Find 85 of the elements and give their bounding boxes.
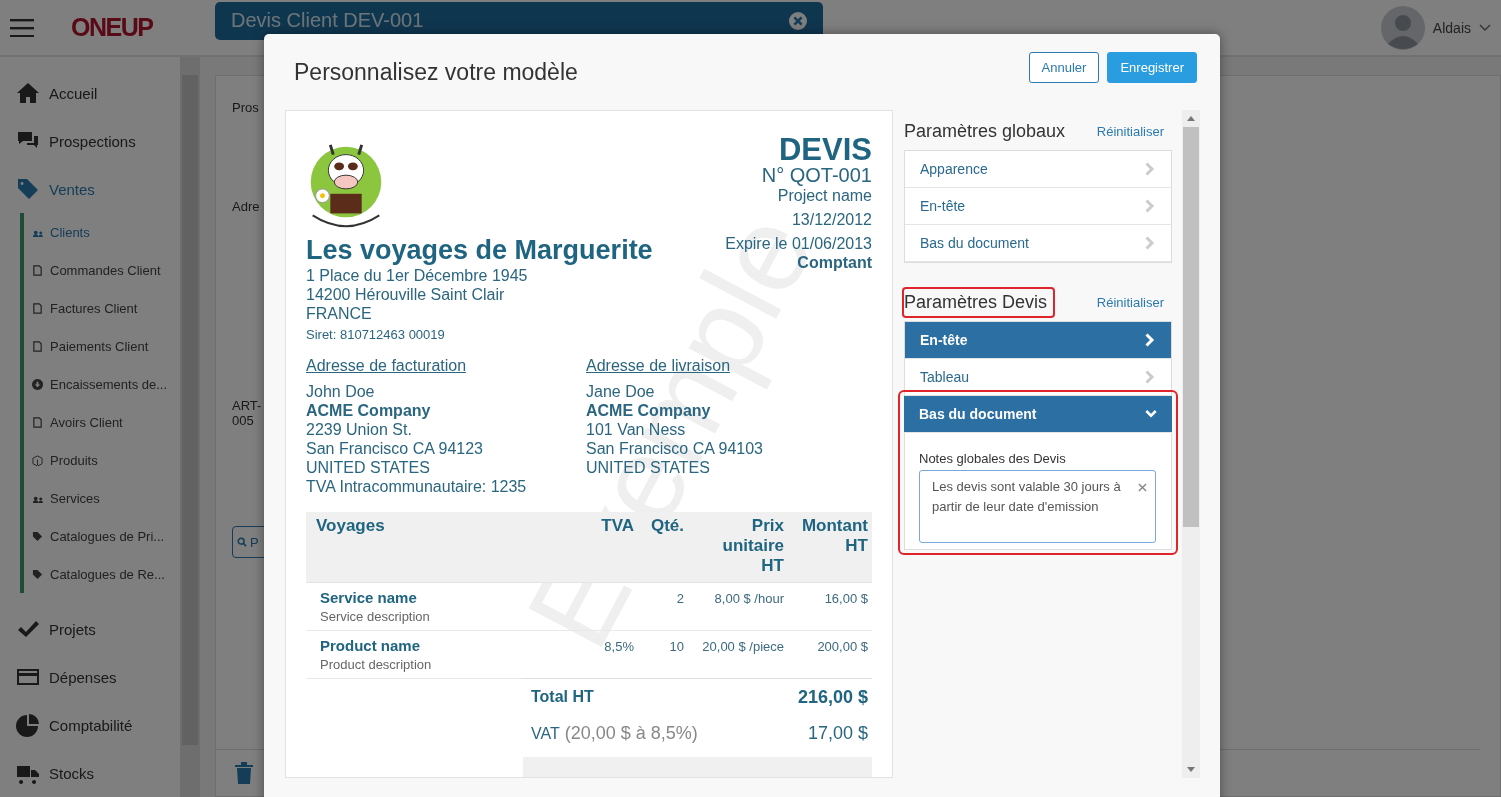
document-tab[interactable]: Devis Client DEV-001 <box>215 1 823 40</box>
sidebar-subitem[interactable]: Services <box>24 479 180 517</box>
sidebar-item[interactable]: Prospections <box>0 117 180 165</box>
user-name[interactable]: Aldais <box>1432 19 1471 36</box>
sidebar-item[interactable]: Ventes <box>0 165 180 213</box>
tag-icon <box>32 568 43 580</box>
scrollbar[interactable] <box>1182 110 1200 778</box>
chevron-right-icon <box>1144 199 1156 213</box>
avatar-silhouette[interactable] <box>1380 5 1425 50</box>
reset-link[interactable]: Réinitialiser <box>1096 123 1164 139</box>
total-value: 216,00 $ <box>797 686 868 708</box>
document-number: N° QOT-001 <box>760 165 872 186</box>
pie-chart-icon <box>16 713 40 737</box>
address-line: FRANCE <box>306 304 373 323</box>
settings-item[interactable]: En-tête <box>905 322 1171 359</box>
item-description: Product description <box>320 657 433 672</box>
cancel-button[interactable]: Annuler <box>1028 51 1100 83</box>
siret-number: Siret: 810712463 00019 <box>306 327 446 342</box>
sidebar-subitem[interactable]: Clients <box>24 213 180 251</box>
menu-icon[interactable] <box>10 18 34 37</box>
address-line: TVA Intracommunautaire: 1235 <box>306 477 528 496</box>
dialog-title: Personnalisez votre modèle <box>294 58 578 86</box>
section-title: Paramètres globaux <box>903 119 1067 143</box>
sidebar-subitem[interactable]: Produits <box>24 441 180 479</box>
document-icon <box>32 302 43 314</box>
scroll-up-icon[interactable] <box>1187 116 1195 121</box>
chevron-right-icon <box>1144 162 1156 176</box>
document-type: DEVIS <box>777 135 872 165</box>
settings-item[interactable]: Bas du document <box>905 225 1171 262</box>
sidebar-item[interactable]: Stocks <box>0 749 180 797</box>
box-icon <box>32 454 43 466</box>
text-fragment: 005 <box>232 413 254 428</box>
text-fragment: Adre <box>232 199 260 214</box>
settings-item[interactable]: En-tête <box>905 188 1171 225</box>
text-fragment: Pros <box>232 100 259 115</box>
settings-item[interactable]: Apparence <box>905 151 1171 188</box>
address-line: 1 Place du 1er Décembre 1945 <box>306 266 529 285</box>
settings-item[interactable]: Bas du document <box>904 396 1172 433</box>
sidebar-item[interactable]: Dépenses <box>0 653 180 701</box>
total-label: VAT (20,00 $ à 8,5%) <box>531 722 698 744</box>
scrollbar[interactable] <box>180 57 200 797</box>
notes-field[interactable]: Les devis sont valable 30 jours à partir de leur date d'emission <box>919 470 1156 543</box>
reset-link[interactable]: Réinitialiser <box>1096 294 1164 310</box>
tag-icon <box>16 177 40 201</box>
download-icon <box>32 378 43 390</box>
chevron-right-icon <box>1144 236 1156 250</box>
item-name: Product name <box>320 637 422 654</box>
sidebar-subitem[interactable]: Commandes Client <box>24 251 180 289</box>
clear-icon[interactable] <box>1138 483 1147 492</box>
text-fragment: ART- <box>232 398 262 413</box>
home-icon <box>16 81 40 105</box>
document-icon <box>32 416 43 428</box>
tag-icon <box>32 530 43 542</box>
sidebar-subitem[interactable]: Avoirs Client <box>24 403 180 441</box>
address-line: 14200 Hérouville Saint Clair <box>306 285 506 304</box>
section-title: Paramètres Devis <box>902 286 1056 318</box>
sidebar-subitem[interactable]: Encaissements de... <box>24 365 180 403</box>
address-heading: Adresse de facturation <box>306 356 468 376</box>
total-value: 17,00 $ <box>807 722 868 744</box>
save-button[interactable]: Enregistrer <box>1107 51 1197 83</box>
sidebar-item[interactable]: Comptabilité <box>0 701 180 749</box>
search-icon <box>237 537 247 547</box>
contact-name: John Doe <box>306 382 376 401</box>
sidebar-subitem[interactable]: Catalogues de Pri... <box>24 517 180 555</box>
address-line: UNITED STATES <box>306 458 431 477</box>
column-header: Voyages <box>316 516 386 537</box>
chevron-down-icon[interactable] <box>1479 23 1491 32</box>
trash-icon[interactable] <box>234 761 254 785</box>
sidebar-subitem[interactable]: Catalogues de Re... <box>24 555 180 593</box>
chevron-right-icon <box>1144 370 1156 384</box>
sidebar-subitem[interactable]: Factures Client <box>24 289 180 327</box>
client-company: ACME Company <box>306 401 432 420</box>
scroll-down-icon[interactable] <box>1187 767 1195 772</box>
brand-logo[interactable]: ONEUP <box>71 13 179 42</box>
document-icon <box>32 340 43 352</box>
sidebar-item[interactable]: Projets <box>0 605 180 653</box>
total-label: Total HT <box>531 688 594 706</box>
address-line: San Francisco CA 94123 <box>306 439 484 458</box>
sidebar-subitem[interactable]: Paiements Client <box>24 327 180 365</box>
sidebar-item[interactable]: Accueil <box>0 69 180 117</box>
item-name: Service name <box>320 589 418 606</box>
close-icon[interactable] <box>789 11 807 30</box>
field-label: Notes globales des Devis <box>919 451 1067 466</box>
address-line: 2239 Union St. <box>306 420 413 439</box>
chevron-right-icon <box>1144 333 1156 347</box>
